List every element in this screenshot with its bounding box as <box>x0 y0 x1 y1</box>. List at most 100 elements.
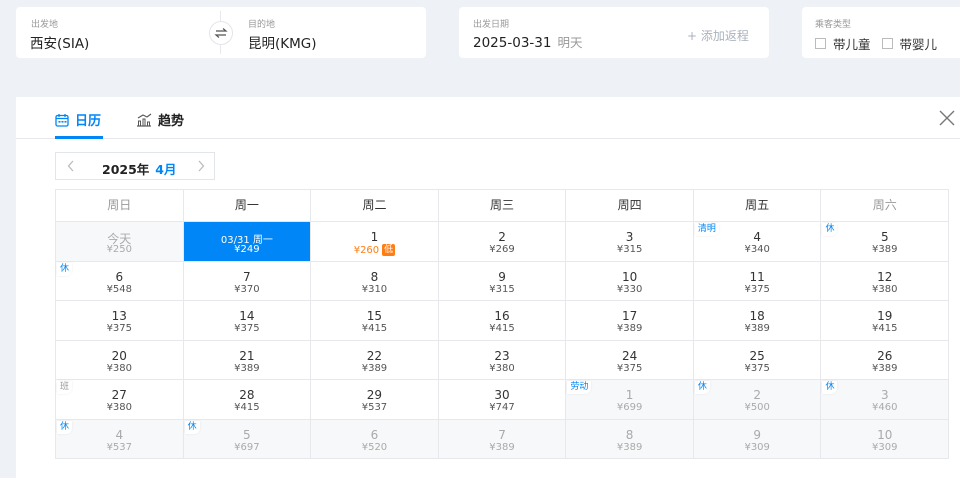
next-month-button[interactable] <box>194 159 208 173</box>
date-card[interactable]: 出发日期 2025-03-31 明天 + 添加返程 <box>459 7 769 58</box>
calendar-day[interactable]: 20 ¥380 <box>56 340 184 380</box>
calendar-day[interactable]: 休 5 ¥389 <box>821 222 950 262</box>
day-number: 3 <box>625 230 634 244</box>
calendar-day[interactable]: 22 ¥389 <box>311 340 439 380</box>
day-number: 1 <box>625 388 634 402</box>
month-title: 2025年 4月 <box>102 162 177 177</box>
calendar-day[interactable]: 18 ¥389 <box>693 301 822 341</box>
day-number: 5 <box>243 427 251 442</box>
calendar-day[interactable]: 30 ¥747 <box>438 380 567 420</box>
calendar-day[interactable]: 26 ¥389 <box>821 340 950 380</box>
day-number: 15 <box>366 309 383 323</box>
close-button[interactable] <box>936 107 958 129</box>
calendar-day[interactable]: 23 ¥380 <box>438 340 567 380</box>
chevron-right-icon <box>198 160 205 172</box>
price-value: ¥315 <box>616 244 643 255</box>
calendar-day[interactable]: 7 ¥370 <box>183 261 312 301</box>
calendar-day-selected[interactable]: 03/31 周一 ¥249 <box>183 222 312 262</box>
day-number: 3 <box>880 388 889 402</box>
calendar-day[interactable]: 7 ¥389 <box>438 419 567 459</box>
price-value: ¥315 <box>489 283 515 295</box>
calendar-day[interactable]: 休 2 ¥500 <box>693 380 822 420</box>
calendar-day[interactable]: 今天 ¥250 <box>56 222 184 262</box>
day-price: ¥269 <box>439 244 566 255</box>
calendar-day[interactable]: 28 ¥415 <box>183 380 312 420</box>
date-field[interactable]: 2025-03-31 明天 <box>473 32 582 51</box>
calendar-day[interactable]: 9 ¥309 <box>693 419 822 459</box>
calendar-day[interactable]: 9 ¥315 <box>438 261 567 301</box>
calendar-day[interactable]: 班 27 ¥380 <box>56 380 184 420</box>
calendar-day[interactable]: 3 ¥315 <box>566 222 694 262</box>
calendar-week-row: 休 6 ¥548 7 ¥370 8 ¥310 9 ¥315 10 ¥330 11 ¥375 12 ¥380 <box>56 261 950 301</box>
weekday-label: 周五 <box>693 190 822 222</box>
child-checkbox[interactable]: 带儿童 <box>815 34 871 53</box>
calendar-day[interactable]: 休 6 ¥548 <box>56 261 184 301</box>
calendar-day[interactable]: 11 ¥375 <box>693 261 822 301</box>
price-value: ¥415 <box>872 323 898 334</box>
calendar-day[interactable]: 19 ¥415 <box>821 301 950 341</box>
calendar-day[interactable]: 劳动 1 ¥699 <box>566 380 694 420</box>
day-number: 6 <box>370 427 379 442</box>
calendar-day[interactable]: 8 ¥310 <box>311 261 439 301</box>
calendar-day[interactable]: 10 ¥309 <box>821 419 950 459</box>
day-number: 13 <box>111 309 127 323</box>
day-number: 30 <box>494 388 510 402</box>
close-icon <box>939 110 955 126</box>
add-return-button[interactable]: + 添加返程 <box>687 27 749 44</box>
calendar-day[interactable]: 6 ¥520 <box>311 419 439 459</box>
calendar-day[interactable]: 休 5 ¥697 <box>183 419 312 459</box>
price-value: ¥389 <box>616 323 643 334</box>
day-number: 10 <box>621 269 638 284</box>
price-value: ¥500 <box>744 402 770 413</box>
calendar-day[interactable]: 21 ¥389 <box>183 340 312 380</box>
day-price: ¥380 <box>821 284 948 295</box>
calendar-day[interactable]: 休 4 ¥537 <box>56 419 184 459</box>
price-value: ¥747 <box>489 402 515 413</box>
price-value: ¥537 <box>106 441 133 453</box>
calendar-day[interactable]: 2 ¥269 <box>438 222 567 262</box>
day-number: 6 <box>115 269 124 284</box>
calendar-day[interactable]: 清明 4 ¥340 <box>693 222 822 262</box>
calendar-day[interactable]: 17 ¥389 <box>566 301 694 341</box>
calendar-day[interactable]: 10 ¥330 <box>566 261 694 301</box>
calendar-day[interactable]: 14 ¥375 <box>183 301 312 341</box>
weekday-label: 周四 <box>566 190 694 222</box>
prev-month-button[interactable] <box>64 159 78 173</box>
search-bar: 出发地 西安(SIA) 目的地 昆明(KMG) 出发日期 2025-03-31 明… <box>0 0 960 88</box>
divider <box>220 44 221 54</box>
price-value: ¥699 <box>616 402 643 413</box>
price-value: ¥380 <box>872 283 898 295</box>
price-value: ¥249 <box>234 244 260 255</box>
to-field[interactable]: 昆明(KMG) <box>248 32 317 52</box>
calendar-day[interactable]: 休 3 ¥460 <box>821 380 950 420</box>
tab-calendar[interactable]: 日历 <box>55 110 101 129</box>
calendar-day[interactable]: 13 ¥375 <box>56 301 184 341</box>
day-number: 2 <box>498 230 506 244</box>
swap-cities-button[interactable] <box>209 21 233 45</box>
calendar-day[interactable]: 25 ¥375 <box>693 340 822 380</box>
swap-icon <box>214 28 228 38</box>
price-value: ¥340 <box>744 244 770 255</box>
calendar-day[interactable]: 29 ¥537 <box>311 380 439 420</box>
calendar-day[interactable]: 15 ¥415 <box>311 301 439 341</box>
active-tab-indicator <box>55 136 103 139</box>
day-number: 1 <box>370 230 379 244</box>
day-number: 4 <box>753 230 761 244</box>
calendar-day[interactable]: 16 ¥415 <box>438 301 567 341</box>
calendar-day[interactable]: 12 ¥380 <box>821 261 950 301</box>
price-value: ¥389 <box>872 362 898 374</box>
passenger-label: 乘客类型 <box>815 20 852 30</box>
calendar-day[interactable]: 24 ¥375 <box>566 340 694 380</box>
calendar-day[interactable]: 1 ¥260 低 <box>311 222 439 262</box>
price-value: ¥389 <box>744 323 770 334</box>
calendar-day[interactable]: 8 ¥389 <box>566 419 694 459</box>
day-price: ¥375 <box>566 363 693 374</box>
from-field[interactable]: 西安(SIA) <box>30 32 89 52</box>
day-price: ¥340 <box>694 244 821 255</box>
day-price: ¥309 <box>821 442 948 453</box>
tab-trend[interactable]: 趋势 <box>136 110 184 129</box>
infant-checkbox[interactable]: 带婴儿 <box>881 34 937 53</box>
day-number: 23 <box>494 348 510 363</box>
day-price: ¥389 <box>821 244 948 255</box>
day-number: 2 <box>753 388 761 402</box>
